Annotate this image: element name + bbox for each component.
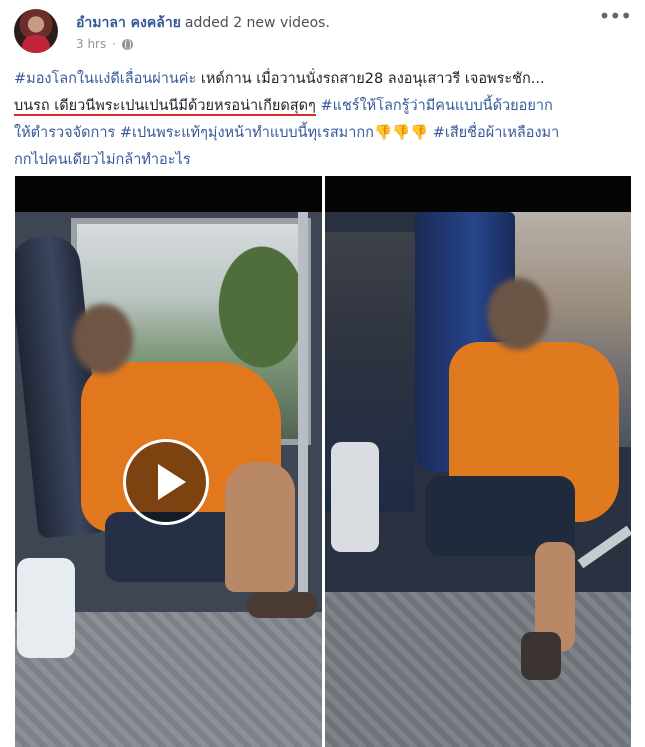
- post-header: อำมาลา คงคล้าย added 2 new videos.: [76, 12, 330, 34]
- globe-icon: [122, 38, 134, 50]
- avatar-shirt: [22, 35, 50, 53]
- hashtag-link-continued[interactable]: ให้ตำรวจจัดการ: [14, 125, 115, 141]
- video-thumbnail-1[interactable]: [15, 176, 322, 747]
- thumbs-down-emoji: 👎👎👎: [373, 125, 429, 141]
- post-meta: 3 hrs ·: [76, 37, 134, 51]
- hashtag-link[interactable]: #แชร์ให้โลกรู้ว่ามีคนแบบนี้ด้วยอยาก: [320, 98, 552, 114]
- play-icon[interactable]: [123, 439, 209, 525]
- author-name-link[interactable]: อำมาลา คงคล้าย: [76, 15, 181, 31]
- video-letterbox: [15, 176, 322, 212]
- hashtag-link[interactable]: #เสียชื่อผ้าเหลืองมา: [433, 125, 560, 141]
- bus-handrail: [577, 525, 631, 569]
- plastic-bag: [17, 558, 75, 658]
- post-action-text: added 2 new videos.: [184, 15, 330, 31]
- plastic-bag: [331, 442, 379, 552]
- hashtag-link-continued[interactable]: กกไปคนเดียวไม่กล้าทำอะไร: [14, 152, 191, 168]
- hashtag-link[interactable]: #เปนพระแท้ๆมุ่งหน้าทำแบบนี้ทุเรสมากก: [120, 125, 374, 141]
- hashtag-link[interactable]: #มองโลกในแง่ดีเลื่อนผ่านค่ะ: [14, 71, 196, 87]
- leg: [225, 462, 295, 592]
- video-frame: [325, 212, 631, 747]
- facebook-post: อำมาลา คงคล้าย added 2 new videos. 3 hrs …: [0, 0, 645, 747]
- post-timestamp[interactable]: 3 hrs: [76, 37, 106, 51]
- blurred-head: [73, 304, 133, 374]
- video-thumbnail-2[interactable]: [325, 176, 631, 747]
- sandal: [247, 592, 317, 618]
- blurred-head: [487, 278, 549, 350]
- sandal: [521, 632, 561, 680]
- ellipsis-icon[interactable]: •••: [599, 6, 632, 26]
- caption-text: เหด์กาน เมื่อวานนั่งรถสาย28 ลงอนุเสาวรี …: [196, 71, 545, 87]
- highlighted-caption-text: บนรถ เดียวนีพระเปนเปนนีมีด้วยหรอน่าเกียด…: [14, 98, 316, 116]
- video-letterbox: [325, 176, 631, 212]
- post-caption: #มองโลกในแง่ดีเลื่อนผ่านค่ะ เหด์กาน เมื่…: [14, 66, 632, 174]
- meta-separator: ·: [112, 37, 117, 51]
- author-avatar[interactable]: [14, 9, 58, 53]
- bus-floor: [325, 592, 631, 747]
